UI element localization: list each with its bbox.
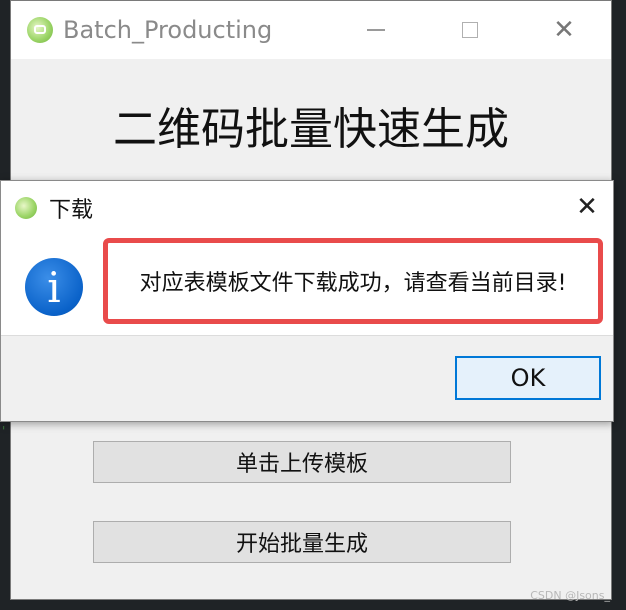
window-controls: ✕ — [329, 1, 611, 59]
dialog-title-bar: 下载 ✕ — [1, 181, 613, 235]
ok-button[interactable]: OK — [455, 356, 601, 400]
dialog-close-button[interactable]: ✕ — [571, 191, 603, 223]
minimize-button[interactable] — [329, 1, 423, 59]
minimize-icon — [367, 29, 385, 31]
close-button[interactable]: ✕ — [517, 1, 611, 59]
dialog-footer: OK — [1, 335, 613, 421]
app-logo-icon — [27, 17, 53, 43]
maximize-icon — [462, 22, 478, 38]
window-title: Batch_Producting — [63, 16, 273, 44]
dialog-body: i 对应表模板文件下载成功，请查看当前目录! — [1, 235, 613, 335]
dialog-title: 下载 — [49, 198, 94, 223]
upload-template-button[interactable]: 单击上传模板 — [93, 441, 511, 483]
page-title: 二维码批量快速生成 — [113, 104, 509, 155]
dialog-message: 对应表模板文件下载成功，请查看当前目录! — [139, 271, 567, 296]
close-icon: ✕ — [553, 15, 575, 45]
close-icon: ✕ — [576, 192, 598, 222]
info-icon: i — [25, 258, 83, 316]
background-editor: ' — [2, 424, 6, 438]
download-dialog: 下载 ✕ i 对应表模板文件下载成功，请查看当前目录! OK — [0, 180, 614, 422]
title-bar: Batch_Producting ✕ — [11, 1, 611, 59]
start-batch-generate-button[interactable]: 开始批量生成 — [93, 521, 511, 563]
maximize-button[interactable] — [423, 1, 517, 59]
watermark: CSDN @Jsons_ — [530, 589, 610, 602]
highlighted-message-box: 对应表模板文件下载成功，请查看当前目录! — [103, 238, 603, 324]
app-logo-icon — [15, 197, 37, 219]
